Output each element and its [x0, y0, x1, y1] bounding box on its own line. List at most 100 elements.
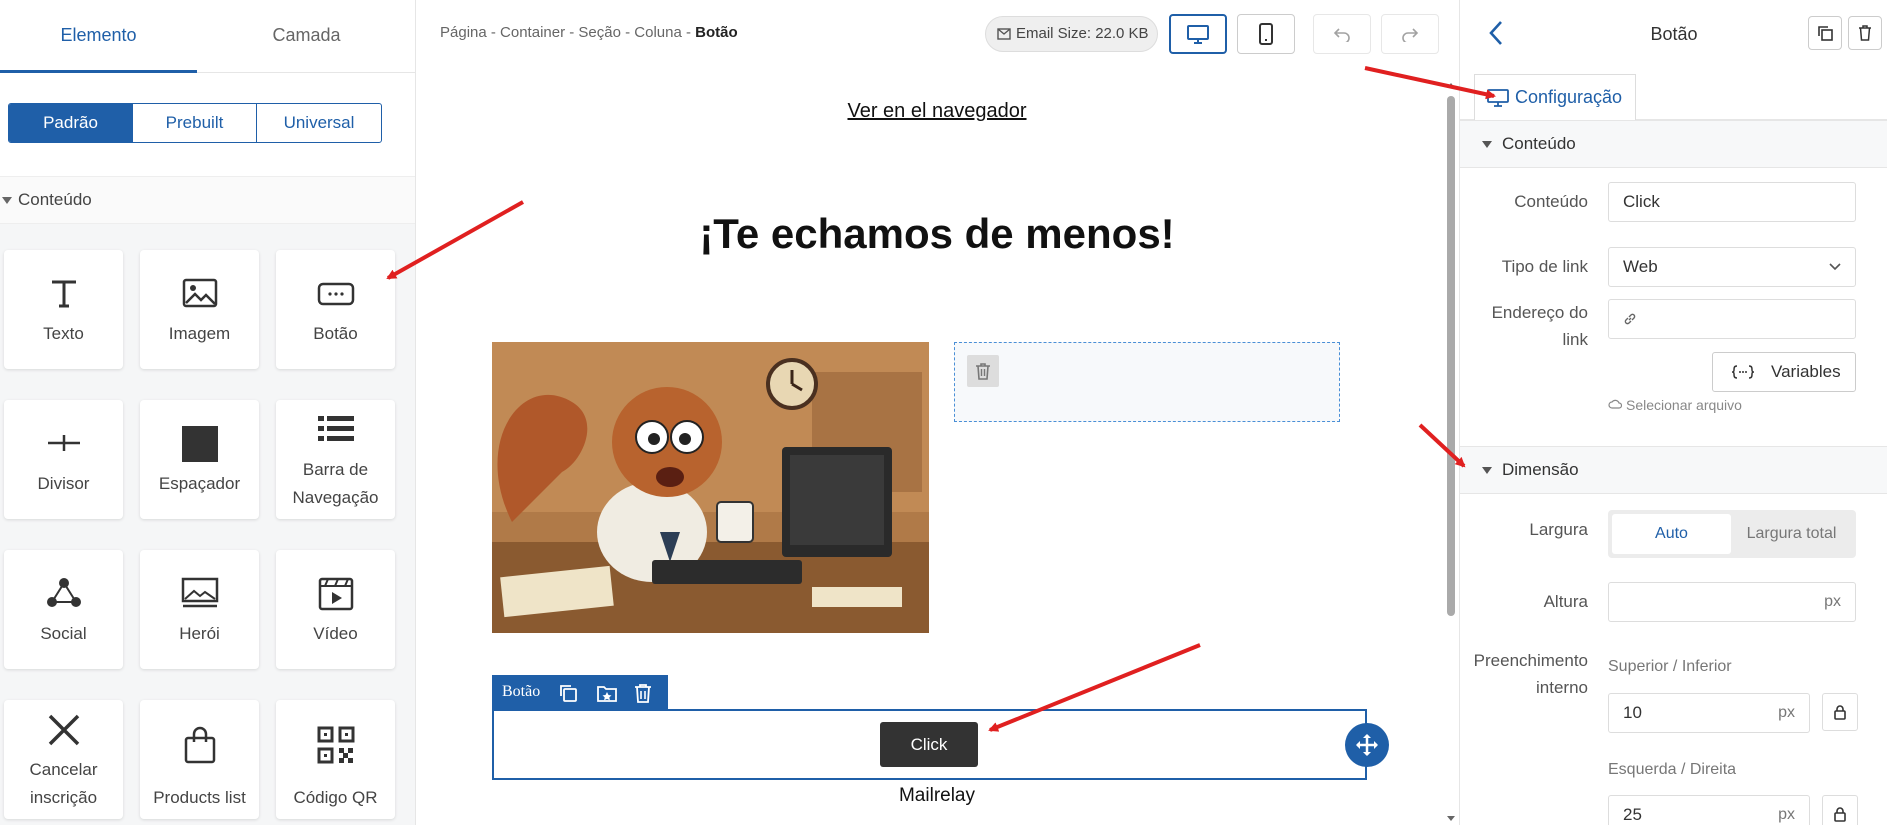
squirrel-at-desk-image [492, 342, 929, 633]
squirrel-illustration[interactable] [492, 342, 929, 633]
duplicate-icon[interactable] [558, 683, 578, 703]
tile-social[interactable]: Social [4, 550, 123, 669]
section-conteudo[interactable]: Conteúdo [1460, 120, 1887, 168]
email-canvas: Página - Container - Seção - Coluna - Bo… [417, 0, 1458, 825]
tile-label: Divisor [37, 474, 90, 493]
trash-icon [1859, 25, 1871, 41]
select-file-link[interactable]: Selecionar arquivo [1608, 397, 1742, 413]
link-icon [1624, 313, 1636, 325]
breadcrumb-path[interactable]: Página - Container - Seção - Coluna - [440, 24, 695, 41]
link-type-select[interactable]: Web [1608, 247, 1856, 287]
undo-button[interactable] [1313, 14, 1371, 54]
mobile-view-button[interactable] [1237, 14, 1295, 54]
scroll-down-icon[interactable] [1446, 815, 1456, 823]
collapse-triangle-icon [1482, 467, 1492, 474]
properties-panel: Botão Configuração Conteúdo Conteúdo Cli… [1459, 0, 1887, 825]
tile-barra-navegacao[interactable]: Barra de Navegação [276, 400, 395, 519]
link-address-label: Endereço do link [1460, 299, 1588, 353]
tab-elemento[interactable]: Elemento [0, 0, 197, 73]
padding-left-right-unit: px [1778, 806, 1795, 823]
element-category-switch: Padrão Prebuilt Universal [8, 103, 382, 143]
image-icon [140, 276, 259, 314]
view-in-browser-link[interactable]: Ver en el navegador [417, 100, 1457, 123]
mobile-icon [1259, 23, 1273, 45]
padding-lock-button[interactable] [1822, 693, 1858, 731]
height-input[interactable]: px [1608, 582, 1856, 622]
tab-configuracao[interactable]: Configuração [1474, 74, 1636, 120]
redo-button[interactable] [1381, 14, 1439, 54]
tile-video[interactable]: Vídeo [276, 550, 395, 669]
element-grid: Texto Imagem Botão Divisor Espaçador Bar… [0, 224, 415, 825]
tile-label: Vídeo [313, 624, 358, 643]
qr-code-icon [276, 726, 395, 764]
trash-icon[interactable] [634, 683, 652, 703]
section-conteudo-header[interactable]: Conteúdo [0, 176, 415, 224]
tile-heroi[interactable]: Herói [140, 550, 259, 669]
tile-divisor[interactable]: Divisor [4, 400, 123, 519]
tile-codigo-qr[interactable]: Código QR [276, 700, 395, 819]
link-address-input[interactable] [1608, 299, 1856, 339]
video-icon [276, 576, 395, 614]
move-icon [1356, 734, 1378, 756]
spacer-icon [140, 426, 259, 464]
left-right-label: Esquerda / Direita [1608, 761, 1737, 778]
padding-top-bottom-input[interactable]: 10 px [1608, 693, 1810, 733]
link-type-value: Web [1623, 257, 1658, 276]
padding-label-line1: Preenchimento [1473, 651, 1588, 670]
delete-element-button[interactable] [1848, 16, 1882, 50]
canvas-scrollbar[interactable] [1445, 78, 1457, 825]
unsubscribe-icon [4, 712, 123, 750]
tile-products-list[interactable]: Products list [140, 700, 259, 819]
padding-lock-button-2[interactable] [1822, 795, 1858, 825]
segment-padrao[interactable]: Padrão [9, 104, 133, 142]
button-icon [276, 276, 395, 314]
elements-panel: Elemento Camada Padrão Prebuilt Universa… [0, 0, 416, 825]
tile-label: Código QR [293, 788, 378, 807]
width-auto-option[interactable]: Auto [1612, 514, 1731, 554]
padding-left-right-input[interactable]: 25 px [1608, 795, 1810, 825]
collapse-triangle-icon [1482, 141, 1492, 148]
height-unit: px [1824, 593, 1841, 610]
breadcrumb-current: Botão [695, 24, 738, 41]
save-block-icon[interactable] [596, 683, 618, 703]
tile-cancelar-inscricao[interactable]: Cancelar inscrição [4, 700, 123, 819]
left-tabs: Elemento Camada [0, 0, 415, 73]
tile-label: Barra de Navegação [292, 460, 379, 507]
padding-top-bottom-unit: px [1778, 704, 1795, 721]
lock-icon [1834, 705, 1846, 720]
link-address-label-line1: Endereço do [1491, 303, 1588, 322]
shopping-bag-icon [140, 726, 259, 764]
tile-botao[interactable]: Botão [276, 250, 395, 369]
content-input[interactable]: Click [1608, 182, 1856, 222]
drag-handle[interactable] [1345, 723, 1389, 767]
padding-label-line2: interno [1536, 678, 1588, 697]
variables-button[interactable]: Variables [1712, 352, 1856, 392]
segment-prebuilt[interactable]: Prebuilt [133, 104, 257, 142]
monitor-icon [1487, 89, 1509, 107]
select-file-text: Selecionar arquivo [1626, 397, 1742, 413]
scroll-up-icon[interactable] [1446, 81, 1456, 89]
duplicate-element-button[interactable] [1808, 16, 1842, 50]
collapse-triangle-icon [2, 197, 12, 204]
email-heading[interactable]: ¡Te echamos de menos! [417, 210, 1457, 258]
segment-universal[interactable]: Universal [257, 104, 381, 142]
copy-icon [1818, 26, 1833, 41]
block-type-label: Botão [502, 683, 541, 700]
delete-column-button[interactable] [967, 355, 999, 387]
desktop-view-button[interactable] [1169, 14, 1227, 54]
tile-label: Products list [153, 788, 246, 807]
width-full-option[interactable]: Largura total [1731, 514, 1852, 554]
tile-espacador[interactable]: Espaçador [140, 400, 259, 519]
properties-header: Botão [1460, 0, 1887, 70]
section-title: Conteúdo [1502, 134, 1576, 153]
tab-camada[interactable]: Camada [197, 0, 415, 73]
social-icon [4, 576, 123, 614]
empty-column-dropzone[interactable] [954, 342, 1340, 422]
email-click-button[interactable]: Click [880, 722, 978, 767]
tile-label: Imagem [168, 324, 231, 343]
tile-texto[interactable]: Texto [4, 250, 123, 369]
tile-imagem[interactable]: Imagem [140, 250, 259, 369]
padding-label: Preenchimento interno [1460, 647, 1588, 701]
section-dimensao[interactable]: Dimensão [1460, 446, 1887, 494]
scrollbar-thumb[interactable] [1447, 96, 1455, 616]
